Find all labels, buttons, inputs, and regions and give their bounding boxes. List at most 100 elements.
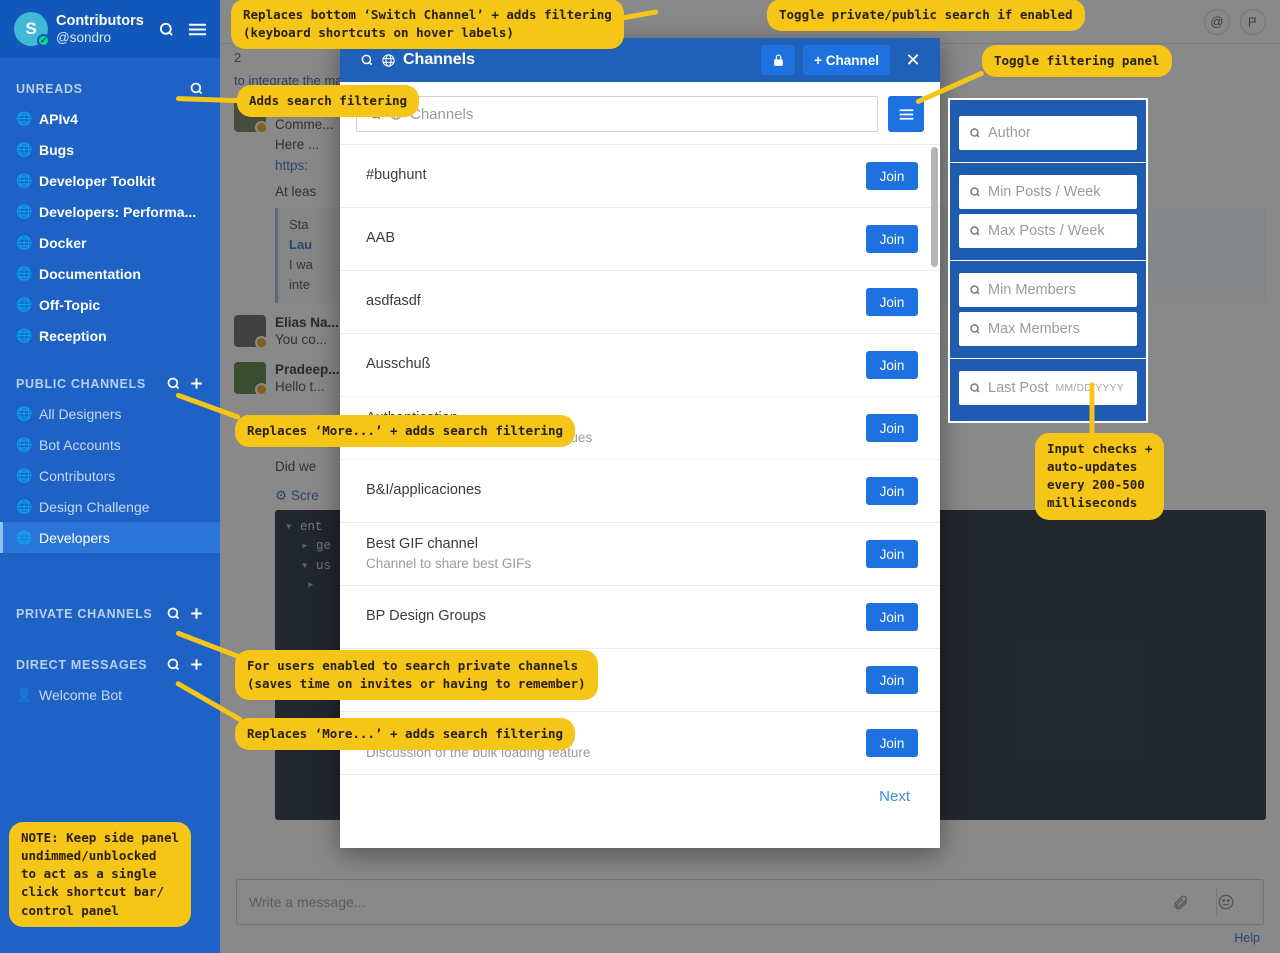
plus-icon[interactable] bbox=[189, 376, 204, 391]
sidebar-item-label: Developer Toolkit bbox=[39, 172, 156, 189]
section-label: PRIVATE CHANNELS bbox=[16, 606, 153, 621]
min-posts-per-week-input[interactable]: Min Posts / Week bbox=[959, 175, 1137, 209]
sidebar-section-private-channels: PRIVATE CHANNELS bbox=[0, 599, 220, 628]
sidebar-section-public-channels: PUBLIC CHANNELS bbox=[0, 369, 220, 398]
sidebar-item-design-challenge[interactable]: 🌐 Design Challenge bbox=[0, 491, 220, 522]
last-post-placeholder: Last Post bbox=[988, 380, 1049, 396]
globe-icon: 🌐 bbox=[16, 265, 33, 281]
avatar[interactable]: S ✓ bbox=[14, 12, 50, 47]
channel-row[interactable]: AAB Join bbox=[340, 208, 940, 271]
list-scrollbar[interactable] bbox=[931, 147, 938, 267]
author-filter-input[interactable]: Author bbox=[959, 116, 1137, 150]
sidebar-item-label: Documentation bbox=[39, 265, 141, 282]
channel-name: #bughunt bbox=[366, 167, 427, 184]
globe-icon bbox=[382, 53, 395, 67]
search-icon bbox=[361, 54, 373, 66]
sidebar-item-contributors[interactable]: 🌐 Contributors bbox=[0, 460, 220, 491]
min-members-placeholder: Min Members bbox=[988, 282, 1076, 298]
join-button[interactable]: Join bbox=[866, 603, 918, 631]
last-post-date-input[interactable]: Last Post MM/DD/YYYY bbox=[959, 371, 1137, 405]
sidebar-item-label: Bot Accounts bbox=[39, 436, 121, 453]
max-posts-per-week-input[interactable]: Max Posts / Week bbox=[959, 214, 1137, 248]
search-icon bbox=[970, 128, 980, 138]
sidebar-item-developer-toolkit[interactable]: 🌐 Developer Toolkit bbox=[0, 165, 220, 196]
new-channel-button[interactable]: + Channel bbox=[803, 45, 890, 75]
annotation-note-side-panel: NOTE: Keep side panel undimmed/unblocked… bbox=[12, 825, 189, 924]
sidebar-item-label: APIv4 bbox=[39, 110, 78, 127]
sidebar-item-documentation[interactable]: 🌐 Documentation bbox=[0, 258, 220, 289]
search-icon bbox=[970, 226, 980, 236]
sidebar-body: UNREADS 🌐 APIv4 🌐 Bugs 🌐 Developer Toolkit … bbox=[0, 58, 220, 710]
annotation-toggle-filtering-panel: Toggle filtering panel bbox=[985, 48, 1169, 75]
sidebar-item-welcome-bot[interactable]: 👤 Welcome Bot bbox=[0, 679, 220, 710]
annotation-switch-channel: Replaces bottom ‘Switch Channel’ + adds … bbox=[234, 2, 621, 47]
sidebar-item-reception[interactable]: 🌐 Reception bbox=[0, 320, 220, 351]
hamburger-menu-icon[interactable] bbox=[188, 22, 210, 37]
channel-name: B&I/applicaciones bbox=[366, 482, 482, 499]
annotation-private-public-toggle: Toggle private/public search if enabled bbox=[770, 2, 1082, 29]
sidebar-item-label: Bugs bbox=[39, 141, 74, 158]
sidebar-item-bot-accounts[interactable]: 🌐 Bot Accounts bbox=[0, 429, 220, 460]
search-icon[interactable] bbox=[166, 606, 181, 621]
join-button[interactable]: Join bbox=[866, 540, 918, 568]
sidebar-item-all-designers[interactable]: 🌐 All Designers bbox=[0, 398, 220, 429]
channel-search-input[interactable]: Channels bbox=[356, 96, 878, 132]
globe-icon: 🌐 bbox=[16, 498, 33, 514]
join-button[interactable]: Join bbox=[866, 477, 918, 505]
join-button[interactable]: Join bbox=[866, 729, 918, 757]
channel-row[interactable]: #bughunt Join bbox=[340, 145, 940, 208]
search-icon[interactable] bbox=[158, 21, 180, 38]
channel-name: Best GIF channel bbox=[366, 536, 479, 553]
sidebar-header[interactable]: S ✓ Contributors @sondro bbox=[0, 0, 220, 58]
sidebar-item-docker[interactable]: 🌐 Docker bbox=[0, 227, 220, 258]
annotation-replaces-more-dm: Replaces ‘More...’ + adds search filteri… bbox=[238, 721, 573, 748]
channel-row[interactable]: Best GIF channel Channel to share best GI… bbox=[340, 523, 940, 586]
author-filter-placeholder: Author bbox=[988, 125, 1031, 141]
sidebar-item-label: Developers: Performa... bbox=[39, 203, 197, 220]
sidebar-item-developers[interactable]: 🌐 Developers bbox=[0, 522, 220, 553]
join-button[interactable]: Join bbox=[866, 414, 918, 442]
search-icon[interactable] bbox=[189, 81, 204, 96]
search-icon[interactable] bbox=[166, 376, 181, 391]
search-icon[interactable] bbox=[166, 657, 181, 672]
channel-row[interactable]: asdfasdf Join bbox=[340, 271, 940, 334]
sidebar-item-bugs[interactable]: 🌐 Bugs bbox=[0, 134, 220, 165]
search-icon bbox=[970, 324, 980, 334]
sidebar-section-direct-messages: DIRECT MESSAGES bbox=[0, 650, 220, 679]
globe-icon: 🌐 bbox=[16, 529, 33, 545]
channel-row[interactable]: BP Design Groups Join bbox=[340, 586, 940, 649]
channel-row[interactable]: Ausschuß Join bbox=[340, 334, 940, 397]
sidebar-item-apiv4[interactable]: 🌐 APIv4 bbox=[0, 103, 220, 134]
sidebar-item-developers-performance[interactable]: 🌐 Developers: Performa... bbox=[0, 196, 220, 227]
close-icon[interactable]: ✕ bbox=[898, 50, 928, 71]
sidebar-item-off-topic[interactable]: 🌐 Off-Topic bbox=[0, 289, 220, 320]
channel-search-placeholder: Channels bbox=[410, 105, 474, 123]
bot-icon: 👤 bbox=[16, 686, 33, 702]
filter-group-last-post: Last Post MM/DD/YYYY bbox=[950, 359, 1146, 417]
max-members-input[interactable]: Max Members bbox=[959, 312, 1137, 346]
channel-row[interactable]: B&I/applicaciones Join bbox=[340, 460, 940, 523]
sidebar-item-label: Design Challenge bbox=[39, 498, 150, 515]
sidebar-item-label: All Designers bbox=[39, 405, 122, 422]
join-button[interactable]: Join bbox=[866, 351, 918, 379]
min-members-input[interactable]: Min Members bbox=[959, 273, 1137, 307]
globe-icon: 🌐 bbox=[16, 172, 33, 188]
modal-footer: Next bbox=[340, 776, 940, 848]
channel-description: Channel to share best GIFs bbox=[366, 556, 532, 572]
left-sidebar: S ✓ Contributors @sondro UNREADS � bbox=[0, 0, 220, 953]
join-button[interactable]: Join bbox=[866, 225, 918, 253]
modal-title: Channels bbox=[360, 51, 753, 69]
join-button[interactable]: Join bbox=[866, 666, 918, 694]
globe-icon: 🌐 bbox=[16, 141, 33, 157]
private-public-toggle-button[interactable] bbox=[761, 45, 796, 75]
join-button[interactable]: Join bbox=[866, 288, 918, 316]
team-name: Contributors bbox=[56, 13, 144, 30]
plus-icon[interactable] bbox=[189, 657, 204, 672]
search-icon bbox=[970, 383, 980, 393]
plus-icon[interactable] bbox=[189, 606, 204, 621]
section-label: UNREADS bbox=[16, 81, 83, 96]
channel-name: AAB bbox=[366, 230, 396, 247]
next-page-link[interactable]: Next bbox=[879, 788, 910, 805]
section-label: DIRECT MESSAGES bbox=[16, 657, 148, 672]
join-button[interactable]: Join bbox=[866, 162, 918, 190]
